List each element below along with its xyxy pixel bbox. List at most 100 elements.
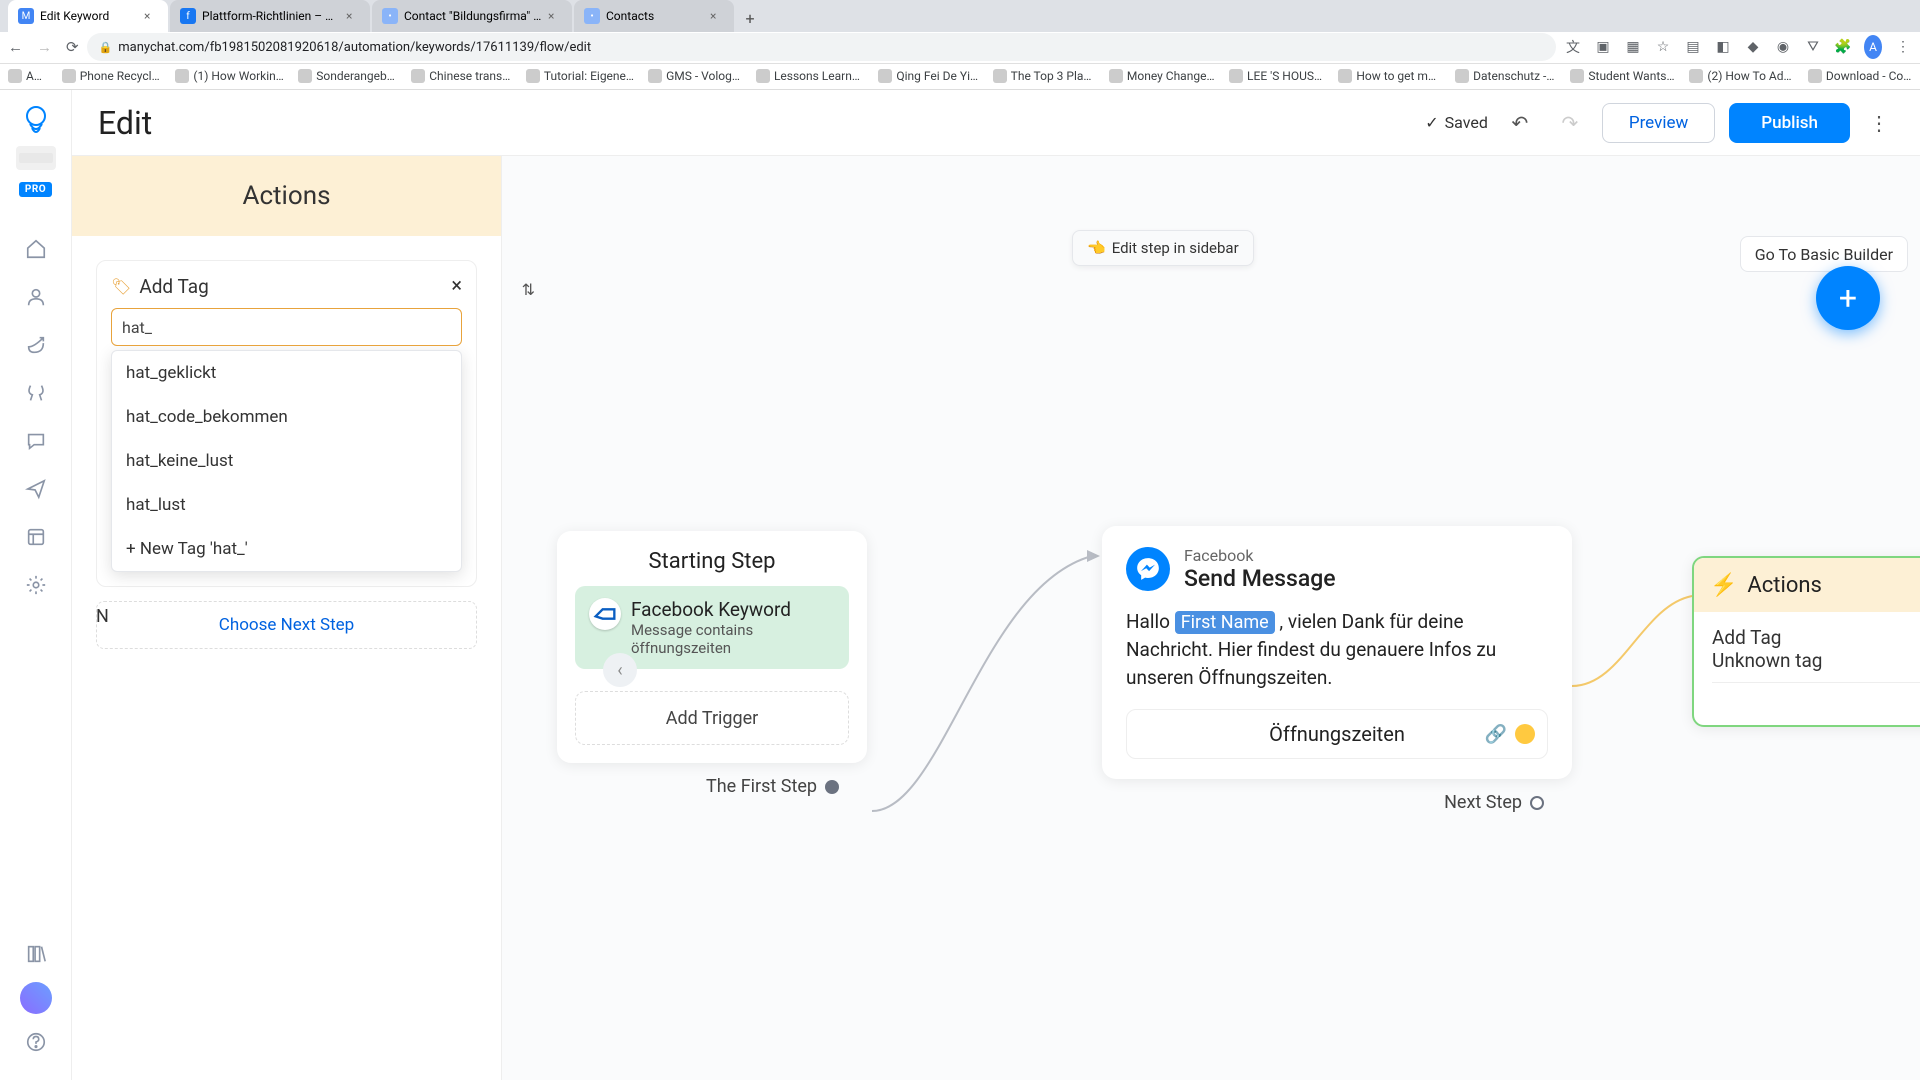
tag-option[interactable]: hat_code_bekommen — [112, 395, 461, 439]
bookmark-label: LEE 'S HOUSE—… — [1247, 69, 1324, 83]
message-button[interactable]: Öffnungszeiten 🔗 — [1126, 709, 1548, 759]
msg-text-before: Hallo — [1126, 610, 1175, 633]
reload-icon[interactable]: ⟳ — [66, 38, 79, 56]
bookmark-label: Download - Cooki… — [1826, 69, 1912, 83]
actions-side-panel: Actions × 🏷 Add Tag hat_geklickt hat_cod… — [72, 156, 502, 1080]
menu-icon[interactable]: ⋮ — [1894, 39, 1912, 55]
new-tab-button[interactable]: + — [736, 4, 764, 32]
bookmark[interactable]: Student Wants an… — [1570, 69, 1675, 83]
goto-basic-builder-button[interactable]: Go To Basic Builder — [1740, 236, 1908, 272]
browser-tab-active[interactable]: M Edit Keyword × — [8, 0, 168, 32]
actions-node-card[interactable]: ⚡ Actions Add Tag Unknown tag Next St ✦ … — [1692, 556, 1920, 727]
bookmark-label: The Top 3 Platfor… — [1011, 69, 1095, 83]
reorder-icon[interactable]: ⇅ — [522, 280, 535, 299]
pointing-icon: 👈 — [1087, 239, 1106, 257]
bookmark[interactable]: Phone Recycling… — [62, 69, 162, 83]
qr-icon[interactable]: ▣ — [1594, 39, 1612, 55]
publish-button[interactable]: Publish — [1729, 103, 1850, 143]
facebook-keyword-trigger[interactable]: Facebook Keyword Message contains öffnun… — [575, 586, 849, 669]
templates-icon[interactable] — [16, 517, 56, 557]
favicon-icon — [1229, 69, 1243, 83]
tag-input[interactable] — [111, 308, 462, 346]
help-icon[interactable] — [16, 1022, 56, 1062]
broadcast-icon[interactable] — [16, 469, 56, 509]
chevron-left-icon[interactable]: ‹ — [603, 653, 637, 687]
bookmark[interactable]: How to get more … — [1338, 69, 1441, 83]
bookmark[interactable]: Download - Cooki… — [1808, 69, 1912, 83]
add-trigger-button[interactable]: Add Trigger — [575, 691, 849, 745]
tag-option[interactable]: hat_geklickt — [112, 351, 461, 395]
extension-icon[interactable]: ▤ — [1684, 39, 1702, 55]
translate-icon[interactable]: 文 — [1564, 37, 1582, 57]
browser-tab[interactable]: f Plattform-Richtlinien – Übersi… × — [170, 0, 370, 32]
add-node-fab[interactable]: + — [1816, 266, 1880, 330]
favicon-icon — [62, 69, 76, 83]
new-tag-option[interactable]: + New Tag 'hat_' — [112, 527, 461, 571]
bookmark-label: How to get more … — [1356, 69, 1441, 83]
apps-button[interactable]: Apps — [8, 69, 48, 83]
browser-tab[interactable]: • Contact "Bildungsfirma" throu… × — [372, 0, 572, 32]
close-icon[interactable]: × — [144, 9, 158, 23]
output-port[interactable] — [1530, 796, 1544, 810]
close-icon[interactable]: × — [451, 273, 462, 297]
star-icon[interactable]: ☆ — [1654, 39, 1672, 55]
canvas[interactable]: Actions × 🏷 Add Tag hat_geklickt hat_cod… — [72, 156, 1920, 1080]
edit-step-in-sidebar-chip[interactable]: 👈 Edit step in sidebar — [1072, 230, 1254, 266]
bookmark[interactable]: Chinese translati… — [411, 69, 512, 83]
bookmark[interactable]: LEE 'S HOUSE—… — [1229, 69, 1324, 83]
bookmark[interactable]: Datenschutz - Re… — [1455, 69, 1556, 83]
growth-icon[interactable] — [16, 325, 56, 365]
output-port[interactable] — [825, 780, 839, 794]
next-step-output[interactable]: Next Step — [1444, 792, 1544, 813]
settings-icon[interactable] — [16, 565, 56, 605]
avatar[interactable] — [20, 982, 52, 1014]
extension-icon[interactable]: ⛛ — [1804, 39, 1822, 55]
grid-icon[interactable]: ▦ — [1624, 39, 1642, 55]
bookmark[interactable]: Lessons Learned f… — [756, 69, 864, 83]
bookmark[interactable]: (1) How Working a… — [175, 69, 284, 83]
starting-step-card[interactable]: Starting Step Facebook Keyword Message c… — [557, 531, 867, 763]
extension-icon[interactable]: ◧ — [1714, 39, 1732, 55]
preview-button[interactable]: Preview — [1602, 103, 1715, 143]
contacts-icon[interactable] — [16, 277, 56, 317]
back-icon[interactable]: ← — [8, 38, 23, 56]
favicon-icon — [1808, 69, 1822, 83]
tag-dropdown: hat_geklickt hat_code_bekommen hat_keine… — [111, 350, 462, 572]
tag-option[interactable]: hat_keine_lust — [112, 439, 461, 483]
puzzle-icon[interactable]: 🧩 — [1834, 39, 1852, 55]
favicon-icon — [298, 69, 312, 83]
bookmark[interactable]: (2) How To Add A… — [1689, 69, 1794, 83]
workspace-tile[interactable] — [16, 146, 56, 170]
grid-icon — [8, 69, 22, 83]
bookmark[interactable]: The Top 3 Platfor… — [993, 69, 1095, 83]
bookmark[interactable]: Money Changes E… — [1109, 69, 1215, 83]
automation-icon[interactable] — [16, 373, 56, 413]
url-field[interactable]: 🔒 manychat.com/fb198150208192061­8/autom… — [87, 33, 1556, 61]
more-menu-button[interactable]: ⋮ — [1864, 111, 1894, 135]
forward-icon[interactable]: → — [37, 38, 52, 56]
extension-icon[interactable]: ◉ — [1774, 39, 1792, 55]
home-icon[interactable] — [16, 229, 56, 269]
bookmark[interactable]: Qing Fei De Yi - Y… — [878, 69, 978, 83]
actions-card-title: Actions — [1747, 573, 1821, 598]
choose-next-step[interactable]: Choose Next Step — [96, 601, 477, 649]
profile-avatar[interactable]: A — [1864, 35, 1882, 59]
bookmark[interactable]: Sonderangebot! … — [298, 69, 397, 83]
first-step-output[interactable]: The First Step — [706, 776, 839, 797]
undo-button[interactable]: ↶ — [1502, 105, 1538, 141]
browser-tab[interactable]: • Contacts × — [574, 0, 734, 32]
bookmark[interactable]: GMS - Vologda,… — [648, 69, 742, 83]
livechat-icon[interactable] — [16, 421, 56, 461]
extension-icon[interactable]: ◆ — [1744, 39, 1762, 55]
manychat-logo-icon[interactable] — [18, 102, 54, 138]
close-icon[interactable]: × — [710, 9, 724, 23]
bookmark[interactable]: Tutorial: Eigene Fa… — [526, 69, 634, 83]
tag-option[interactable]: hat_lust — [112, 483, 461, 527]
output-port[interactable] — [1515, 724, 1535, 744]
tab-bar: M Edit Keyword × f Plattform-Richtlinien… — [0, 0, 1920, 32]
close-icon[interactable]: × — [548, 9, 562, 23]
library-icon[interactable] — [16, 934, 56, 974]
msg-head: Facebook Send Message — [1126, 546, 1548, 592]
close-icon[interactable]: × — [346, 9, 360, 23]
send-message-card[interactable]: Facebook Send Message Hallo First Name ,… — [1102, 526, 1572, 779]
